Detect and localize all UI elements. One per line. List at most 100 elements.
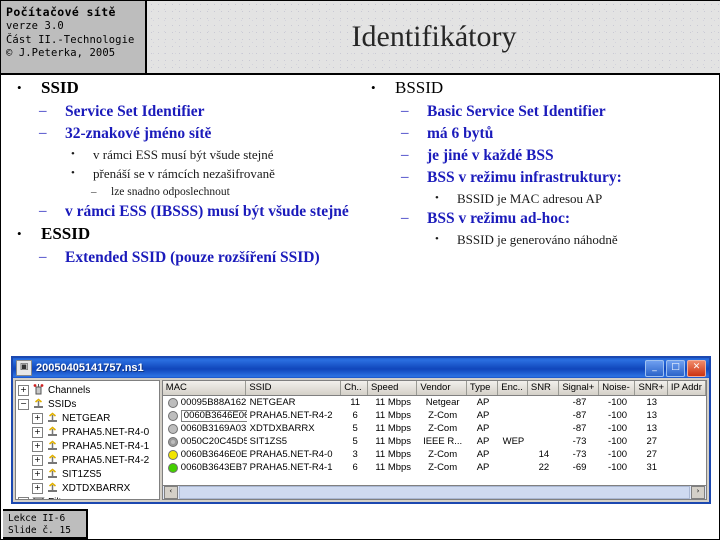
app-window-screenshot: ▣ 20050405141757.ns1 _ □ ✕ + Channels − SSI… — [11, 356, 711, 504]
mac-address-text: 0060B3646E0E — [180, 449, 247, 460]
bullet-marker-icon: • — [371, 80, 376, 95]
expand-icon[interactable]: + — [32, 440, 43, 452]
table-row[interactable]: 0060B3643EB7 PRAHA5.NET-R4-1 6 11 Mbps Z-Com… — [163, 461, 706, 474]
tree-node-netgear[interactable]: + NETGEAR — [18, 411, 159, 425]
cell-type: AP — [476, 423, 490, 434]
bullet-marker-icon: – — [91, 186, 97, 198]
tree-node-label: PRAHA5.NET-R4-0 — [62, 426, 150, 438]
scrollbar-thumb[interactable] — [178, 486, 690, 499]
column-header-signal[interactable]: Signal+ — [559, 381, 600, 395]
cell-signal: -69 — [572, 462, 587, 473]
cell-snrplus: 13 — [646, 423, 658, 434]
cell-ssid: PRAHA5.NET-R4-0 — [249, 449, 333, 460]
column-header-ipaddr[interactable]: IP Addr — [667, 381, 706, 395]
table-row[interactable]: 0050C20C45D5 SIT1ZS5 5 11 Mbps IEEE R... AP WE… — [163, 435, 706, 448]
brand-line-copyright: © J.Peterka, 2005 — [6, 47, 116, 59]
cell-signal: -87 — [572, 410, 587, 421]
table-row[interactable]: 0060B3646E06 PRAHA5.NET-R4-2 6 11 Mbps Z-Com… — [163, 409, 706, 422]
column-header-enc[interactable]: Enc.. — [498, 381, 528, 395]
slide-header-band: Počítačové sítě verze 3.0 Část II.-Techn… — [1, 1, 720, 75]
list-pane[interactable]: MAC SSID Ch.. Speed Vendor Type Enc.. SNR Signal… — [161, 380, 707, 500]
footer-lesson: Lekce II-6 — [8, 513, 66, 524]
cell-type: AP — [476, 410, 490, 421]
tree-node-xdtdxbarrx[interactable]: + XDTDXBARRX — [18, 481, 159, 495]
cell-snrplus: 31 — [646, 462, 658, 473]
bullet-column-right: • BSSID – Basic Service Set Identifier – má 6… — [367, 77, 719, 249]
scroll-left-arrow-icon[interactable]: ‹ — [163, 486, 178, 499]
close-button[interactable]: ✕ — [687, 359, 706, 377]
cell-snrplus: 13 — [646, 410, 658, 421]
bullet-item-right-6: – BSS v režimu ad-hoc: — [367, 208, 719, 229]
tree-node-filters[interactable]: + Filters — [18, 495, 159, 499]
table-header-row[interactable]: MAC SSID Ch.. Speed Vendor Type Enc.. SNR Signal… — [162, 381, 706, 396]
tree-node-ssids[interactable]: − SSIDs — [18, 397, 159, 411]
table-row[interactable]: 00095B88A162 NETGEAR 11 11 Mbps Netgear AP -87… — [163, 396, 706, 409]
table-row[interactable]: 0060B3169A03 XDTDXBARRX 5 11 Mbps Z-Com AP -87… — [163, 422, 706, 435]
app-body: + Channels − SSIDs + NETGEAR + PRAHA5.NET-R4-0 +… — [13, 378, 709, 502]
tree-node-praha5-net-r4-2[interactable]: + PRAHA5.NET-R4-2 — [18, 453, 159, 467]
expand-icon[interactable]: + — [32, 482, 43, 494]
cell-vendor: Z-Com — [428, 410, 458, 421]
tree-node-label: NETGEAR — [62, 412, 111, 424]
bullet-text: Extended SSID (pouze rozšíření SSID) — [65, 249, 320, 266]
expand-icon[interactable]: + — [32, 412, 43, 424]
bullet-text: BSSID — [395, 78, 444, 97]
maximize-button[interactable]: □ — [666, 359, 685, 377]
signal-status-icon — [167, 449, 178, 460]
channels-icon — [32, 384, 45, 396]
column-header-ssid[interactable]: SSID — [246, 381, 342, 395]
bullet-text: Basic Service Set Identifier — [427, 103, 606, 120]
cell-type: AP — [476, 449, 490, 460]
expand-icon[interactable]: + — [18, 496, 29, 499]
bullet-marker-icon: – — [401, 147, 409, 163]
cell-vendor: Netgear — [425, 397, 460, 408]
bullet-item-right-2: – má 6 bytů — [367, 123, 719, 144]
tree-node-label: XDTDXBARRX — [62, 482, 131, 494]
bullet-item-left-4: • přenáší se v rámcích nezašifrovaně — [9, 164, 369, 183]
scroll-right-arrow-icon[interactable]: › — [691, 486, 705, 499]
tree-node-label: SSIDs — [48, 398, 77, 410]
column-header-type[interactable]: Type — [466, 381, 499, 395]
signal-status-icon — [167, 423, 178, 434]
column-header-snr[interactable]: SNR+ — [635, 381, 668, 395]
cell-speed: 11 Mbps — [375, 410, 412, 421]
column-header-noise[interactable]: Noise- — [599, 381, 636, 395]
tree-node-sit1zs5[interactable]: + SIT1ZS5 — [18, 467, 159, 481]
expand-icon[interactable]: + — [18, 384, 29, 396]
column-header-ch[interactable]: Ch.. — [341, 381, 368, 395]
cell-signal: -87 — [572, 423, 587, 434]
app-window-title: 20050405141757.ns1 — [36, 362, 144, 374]
expand-icon[interactable]: + — [32, 426, 43, 438]
minimize-button[interactable]: _ — [645, 359, 664, 377]
horizontal-scrollbar[interactable]: ‹ › — [162, 485, 706, 499]
column-header-snr[interactable]: SNR — [527, 381, 560, 395]
mac-address-text: 0050C20C45D5 — [180, 436, 247, 447]
cell-noise: -100 — [608, 449, 628, 460]
column-header-mac[interactable]: MAC — [162, 381, 247, 395]
expand-icon[interactable]: + — [32, 468, 43, 480]
ssid-icon — [32, 398, 45, 410]
bullet-text: ESSID — [41, 224, 91, 243]
tree-node-praha5-net-r4-0[interactable]: + PRAHA5.NET-R4-0 — [18, 425, 159, 439]
bullet-item-right-5: • BSSID je MAC adresou AP — [367, 189, 719, 208]
tree-node-praha5-net-r4-1[interactable]: + PRAHA5.NET-R4-1 — [18, 439, 159, 453]
ssid-icon — [46, 468, 59, 480]
cell-noise: -100 — [608, 423, 628, 434]
tree-node-channels[interactable]: + Channels — [18, 383, 159, 397]
cell-channel: 6 — [352, 462, 358, 473]
bullet-text: SSID — [41, 78, 79, 97]
bullet-item-left-8: – Extended SSID (pouze rozšíření SSID) — [9, 247, 369, 268]
cell-vendor: Z-Com — [428, 462, 458, 473]
cell-signal: -73 — [572, 436, 587, 447]
signal-status-icon — [167, 397, 178, 408]
cell-mac: 0060B3169A03 — [163, 423, 247, 434]
expand-icon[interactable]: + — [32, 454, 43, 466]
column-header-vendor[interactable]: Vendor — [417, 381, 467, 395]
tree-node-label: PRAHA5.NET-R4-1 — [62, 440, 150, 452]
column-header-speed[interactable]: Speed — [367, 381, 418, 395]
table-body[interactable]: 00095B88A162 NETGEAR 11 11 Mbps Netgear AP -87… — [163, 396, 706, 474]
cell-mac: 0050C20C45D5 — [163, 436, 247, 447]
collapse-icon[interactable]: − — [18, 398, 29, 410]
tree-pane[interactable]: + Channels − SSIDs + NETGEAR + PRAHA5.NET-R4-0 +… — [15, 380, 160, 500]
table-row[interactable]: 0060B3646E0E PRAHA5.NET-R4-0 3 11 Mbps Z-Com… — [163, 448, 706, 461]
